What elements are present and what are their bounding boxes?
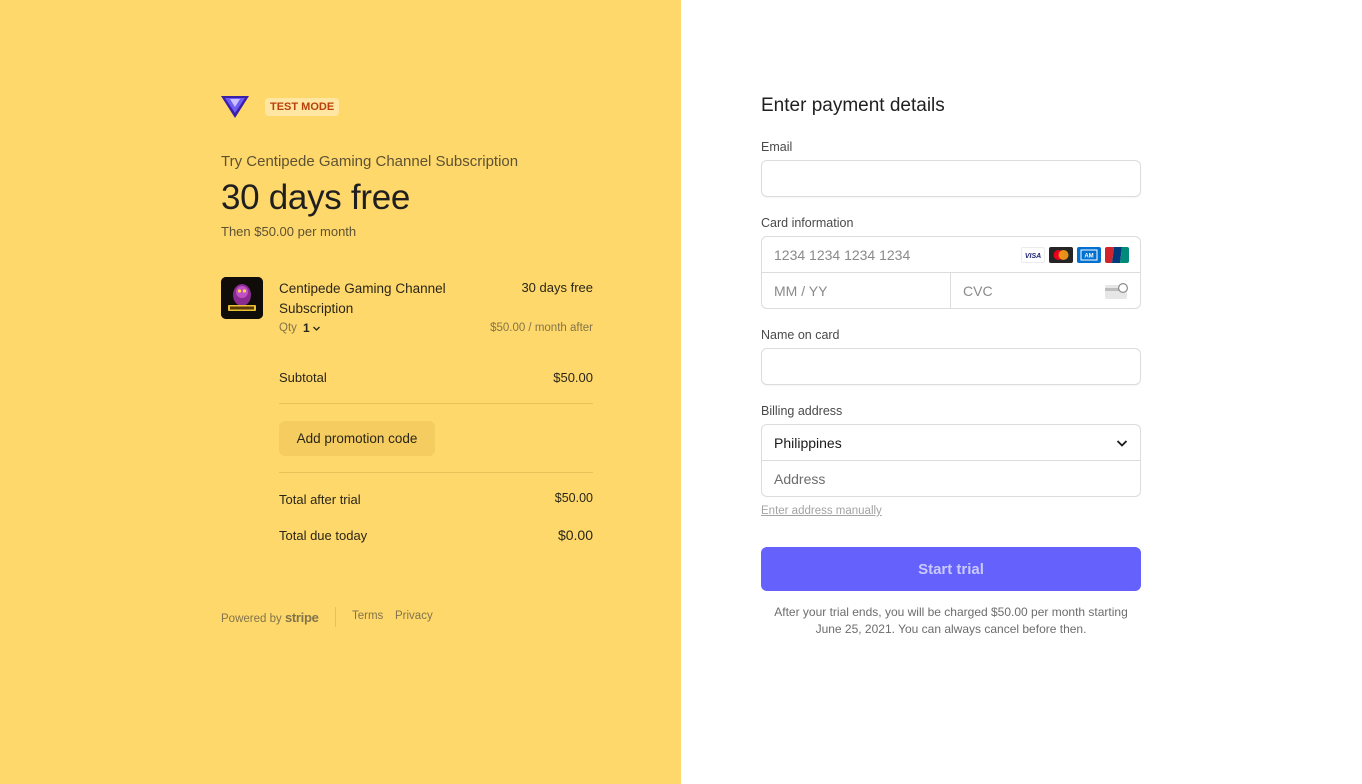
payment-panel	[681, 0, 1362, 784]
expiry-field[interactable]	[762, 273, 951, 308]
billing-address-label: Billing address	[761, 404, 843, 418]
mastercard-icon	[1049, 247, 1073, 263]
footer-divider	[335, 607, 336, 627]
total-due-today-value: $0.00	[557, 527, 593, 543]
visa-icon: VISA	[1021, 247, 1045, 263]
qty-label: Qty	[279, 322, 297, 334]
total-after-trial-label: Total after trial	[279, 492, 361, 507]
total-due-today-label: Total due today	[279, 528, 368, 543]
trial-terms-note: After your trial ends, you will be charg…	[774, 605, 1128, 636]
card-information-group: VISA AM	[761, 236, 1141, 309]
powered-by-stripe[interactable]: Powered by stripe	[221, 610, 319, 625]
chevron-down-icon[interactable]	[312, 324, 321, 333]
email-field[interactable]	[761, 160, 1141, 197]
card-information-label: Card information	[761, 216, 854, 230]
merchant-logo-icon[interactable]	[221, 94, 249, 118]
terms-link[interactable]: Terms	[352, 610, 383, 622]
privacy-link[interactable]: Privacy	[395, 610, 433, 622]
stripe-logo: stripe	[284, 610, 319, 625]
unionpay-icon	[1105, 247, 1129, 263]
chevron-down-icon	[1116, 440, 1128, 447]
centipede-mascot-icon	[221, 277, 263, 319]
email-label: Email	[761, 140, 793, 154]
after-trial-price: $50.00 / month after	[490, 322, 593, 334]
svg-text:VISA: VISA	[1025, 253, 1041, 260]
billing-address-group: Philippines	[761, 424, 1141, 497]
divider	[279, 403, 593, 404]
trial-headline: 30 days free	[221, 178, 411, 217]
then-price-text: Then $50.00 per month	[221, 224, 357, 239]
total-after-trial-value: $50.00	[554, 491, 593, 505]
svg-text:AM: AM	[1084, 254, 1093, 260]
subtotal-value: $50.00	[553, 370, 593, 385]
start-trial-button[interactable]: Start trial	[761, 547, 1141, 591]
product-price: 30 days free	[521, 280, 593, 295]
amex-icon: AM	[1077, 247, 1101, 263]
powered-by-label: Powered by	[221, 613, 282, 625]
name-on-card-field[interactable]	[761, 348, 1141, 385]
payment-title: Enter payment details	[761, 95, 945, 116]
product-image	[221, 277, 263, 319]
subscription-title: Try Centipede Gaming Channel Subscriptio…	[221, 153, 519, 170]
country-select[interactable]: Philippines	[762, 425, 1140, 461]
add-promotion-code-button[interactable]: Add promotion code	[279, 421, 435, 456]
country-value: Philippines	[774, 435, 842, 451]
order-summary-panel: TEST MODE Try Centipede Gaming Channel S…	[0, 0, 681, 784]
subtotal-label: Subtotal	[279, 370, 327, 385]
cvc-card-icon	[1105, 283, 1128, 299]
name-on-card-label: Name on card	[761, 328, 840, 342]
enter-address-manually-link[interactable]: Enter address manually	[761, 505, 882, 517]
product-name: Centipede Gaming Channel Subscription	[279, 281, 446, 316]
address-field[interactable]	[762, 461, 1140, 496]
divider	[279, 472, 593, 473]
test-mode-badge: TEST MODE	[265, 98, 340, 116]
qty-value[interactable]: 1	[303, 321, 310, 335]
